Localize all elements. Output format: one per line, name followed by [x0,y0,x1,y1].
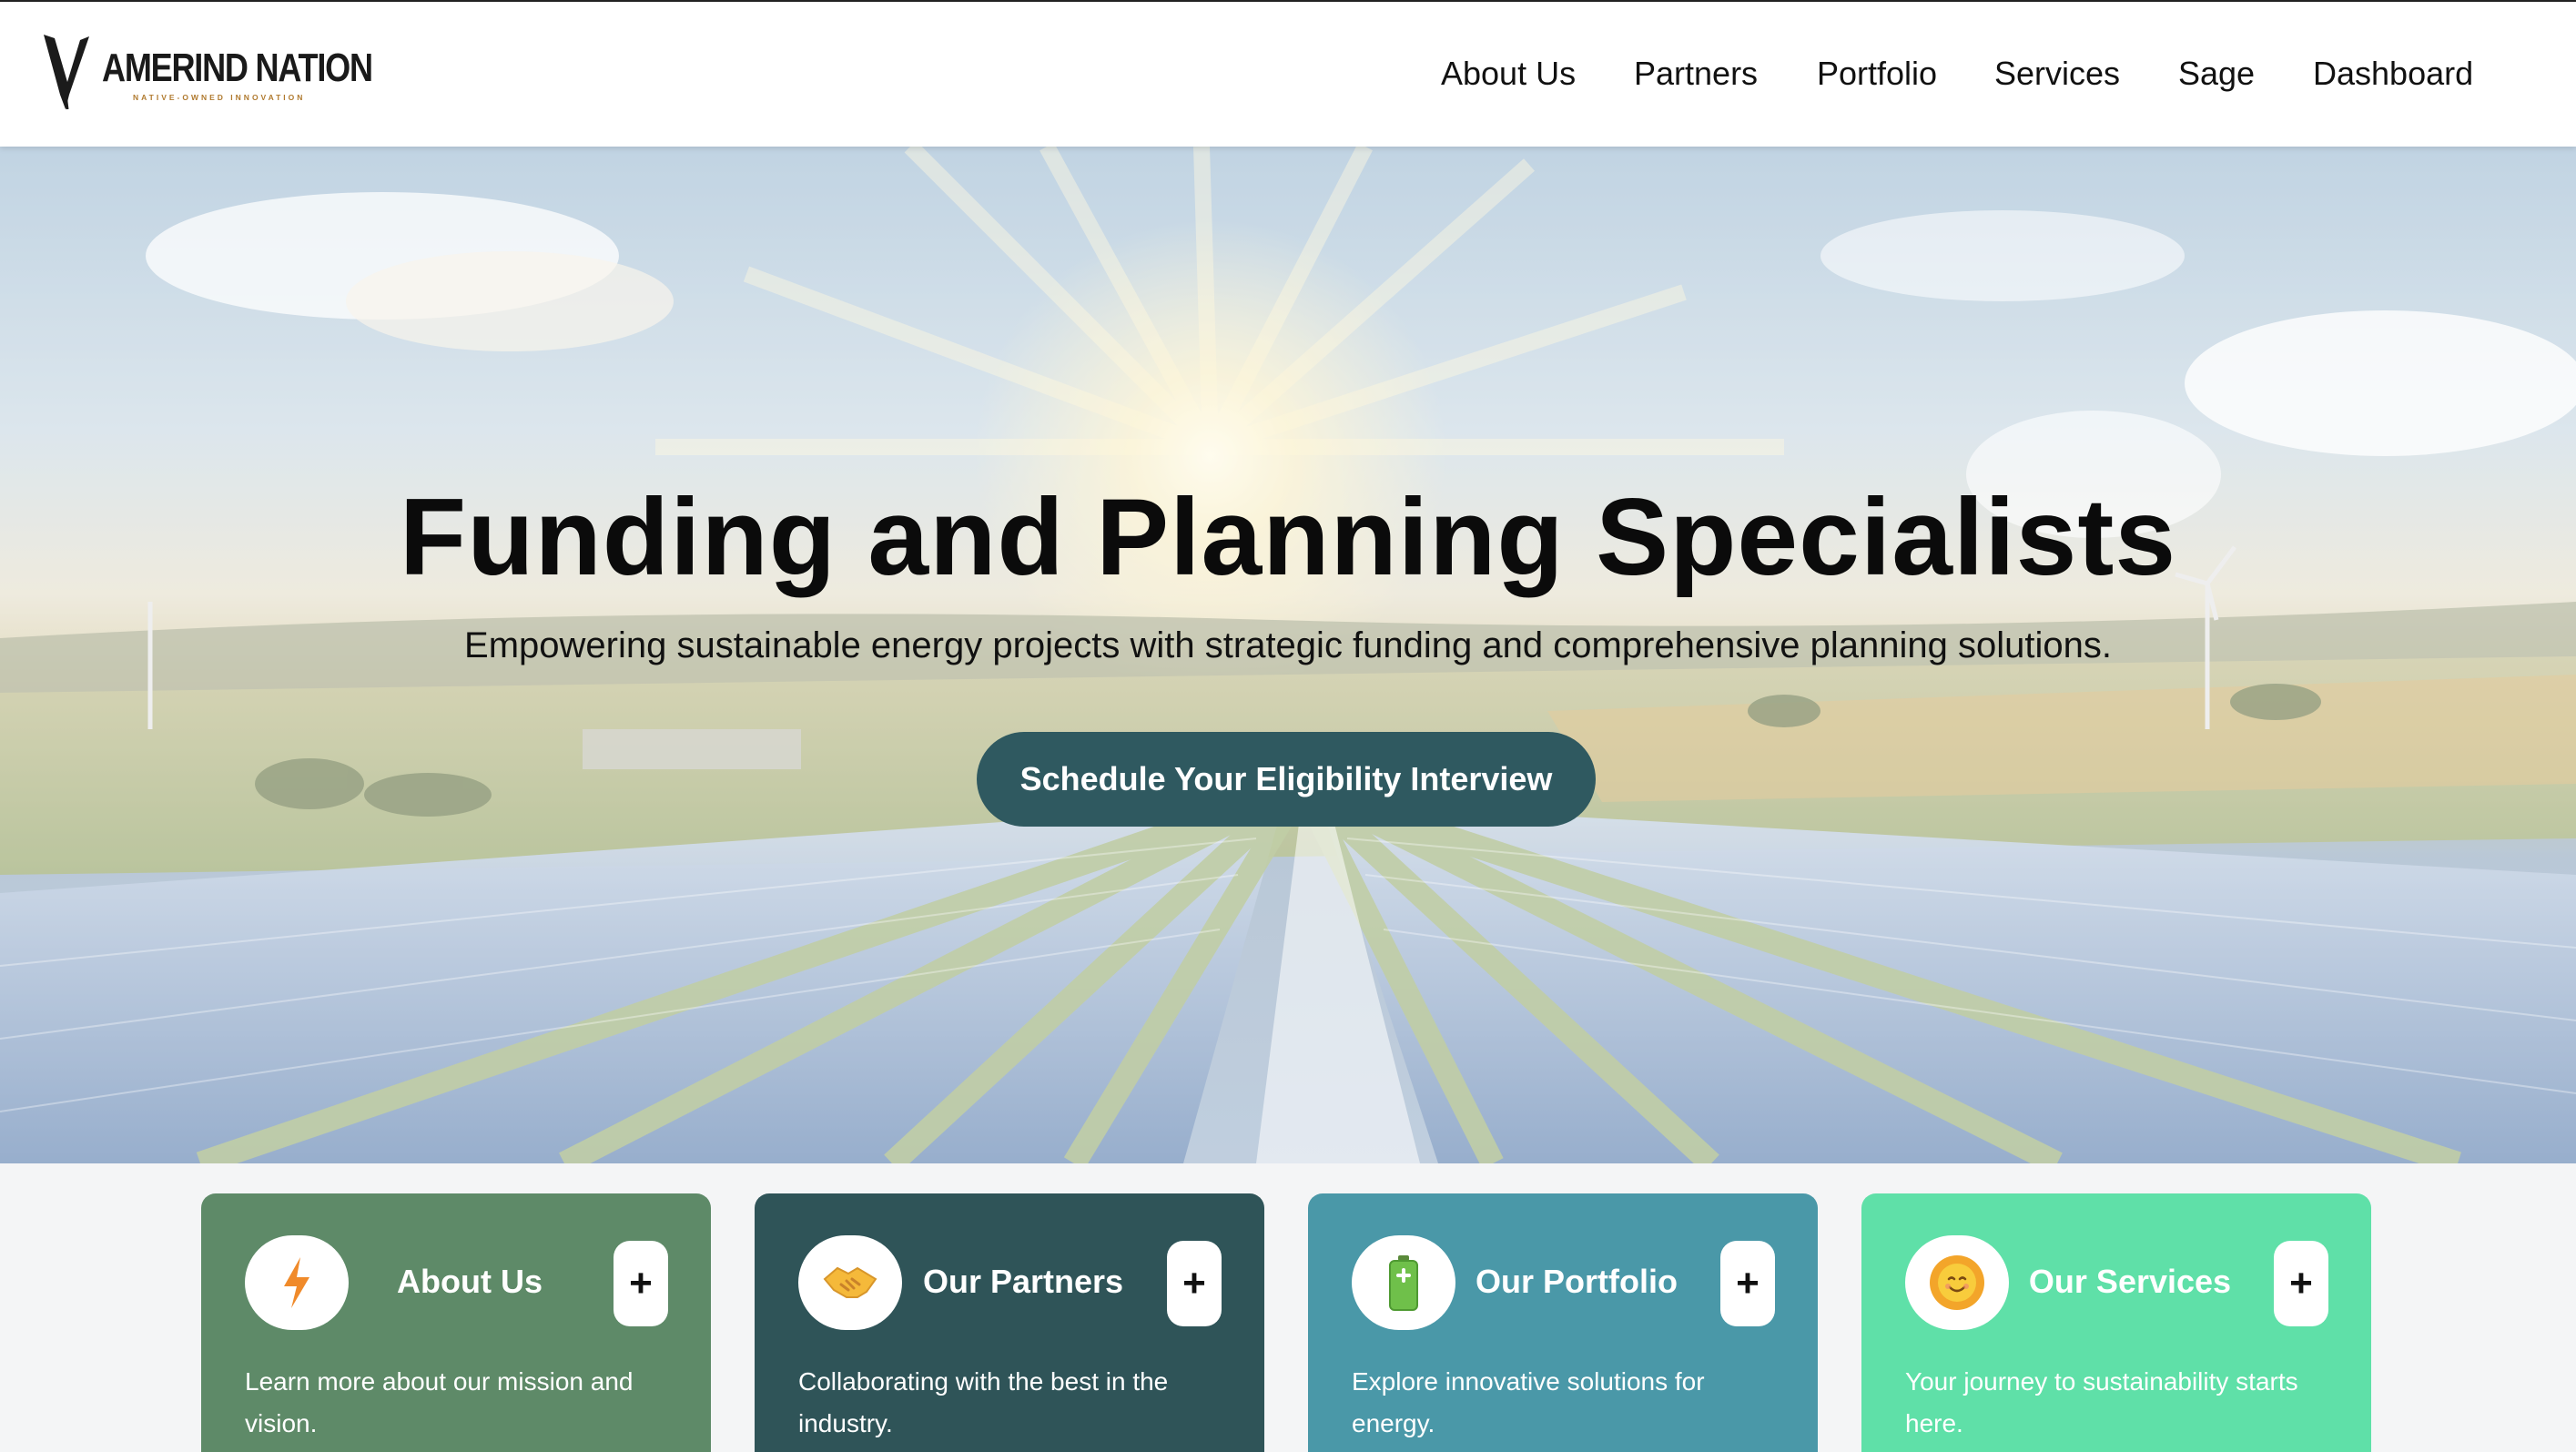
site-header: AMERIND NATION NATIVE-OWNED INNOVATION A… [0,0,2576,147]
nav-services[interactable]: Services [1994,55,2120,93]
expand-plus-button[interactable]: + [1720,1241,1775,1326]
card-description: Learn more about our mission and vision. [245,1367,634,1437]
card-title: Our Portfolio [1476,1263,1678,1300]
card-title: Our Services [2028,1263,2232,1300]
nav-partners[interactable]: Partners [1634,55,1758,93]
card-title: Our Partners [922,1263,1124,1300]
card-our-services[interactable]: Our Services + Your journey to sustainab… [1861,1193,2371,1452]
handshake-icon [798,1235,902,1330]
hero-title: Funding and Planning Specialists [399,476,2177,598]
expand-plus-button[interactable]: + [614,1241,668,1326]
nav-sage[interactable]: Sage [2178,55,2255,93]
nav-about-us[interactable]: About Us [1441,55,1576,93]
schedule-interview-button[interactable]: Schedule Your Eligibility Interview [977,732,1596,827]
battery-icon [1352,1235,1455,1330]
sun-icon [1905,1235,2009,1330]
hero-section: Funding and Planning Specialists Empower… [0,147,2576,1163]
card-our-portfolio[interactable]: Our Portfolio + Explore innovative solut… [1308,1193,1818,1452]
card-title: About Us [397,1263,543,1300]
card-our-partners[interactable]: Our Partners + Collaborating with the be… [755,1193,1264,1452]
card-description: Explore innovative solutions for energy. [1352,1367,1705,1437]
nav-portfolio[interactable]: Portfolio [1817,55,1937,93]
card-description: Collaborating with the best in the indus… [798,1367,1169,1437]
expand-plus-button[interactable]: + [1167,1241,1222,1326]
main-nav: About Us Partners Portfolio Services Sag… [0,55,2576,100]
card-about-us[interactable]: About Us + Learn more about our mission … [201,1193,711,1452]
expand-plus-button[interactable]: + [2274,1241,2328,1326]
hero-subtitle: Empowering sustainable energy projects w… [464,625,2112,665]
feature-cards-section: About Us + Learn more about our mission … [0,1163,2576,1452]
card-description: Your journey to sustainability starts he… [1905,1367,2298,1437]
lightning-icon [245,1235,349,1330]
nav-dashboard[interactable]: Dashboard [2313,55,2473,93]
